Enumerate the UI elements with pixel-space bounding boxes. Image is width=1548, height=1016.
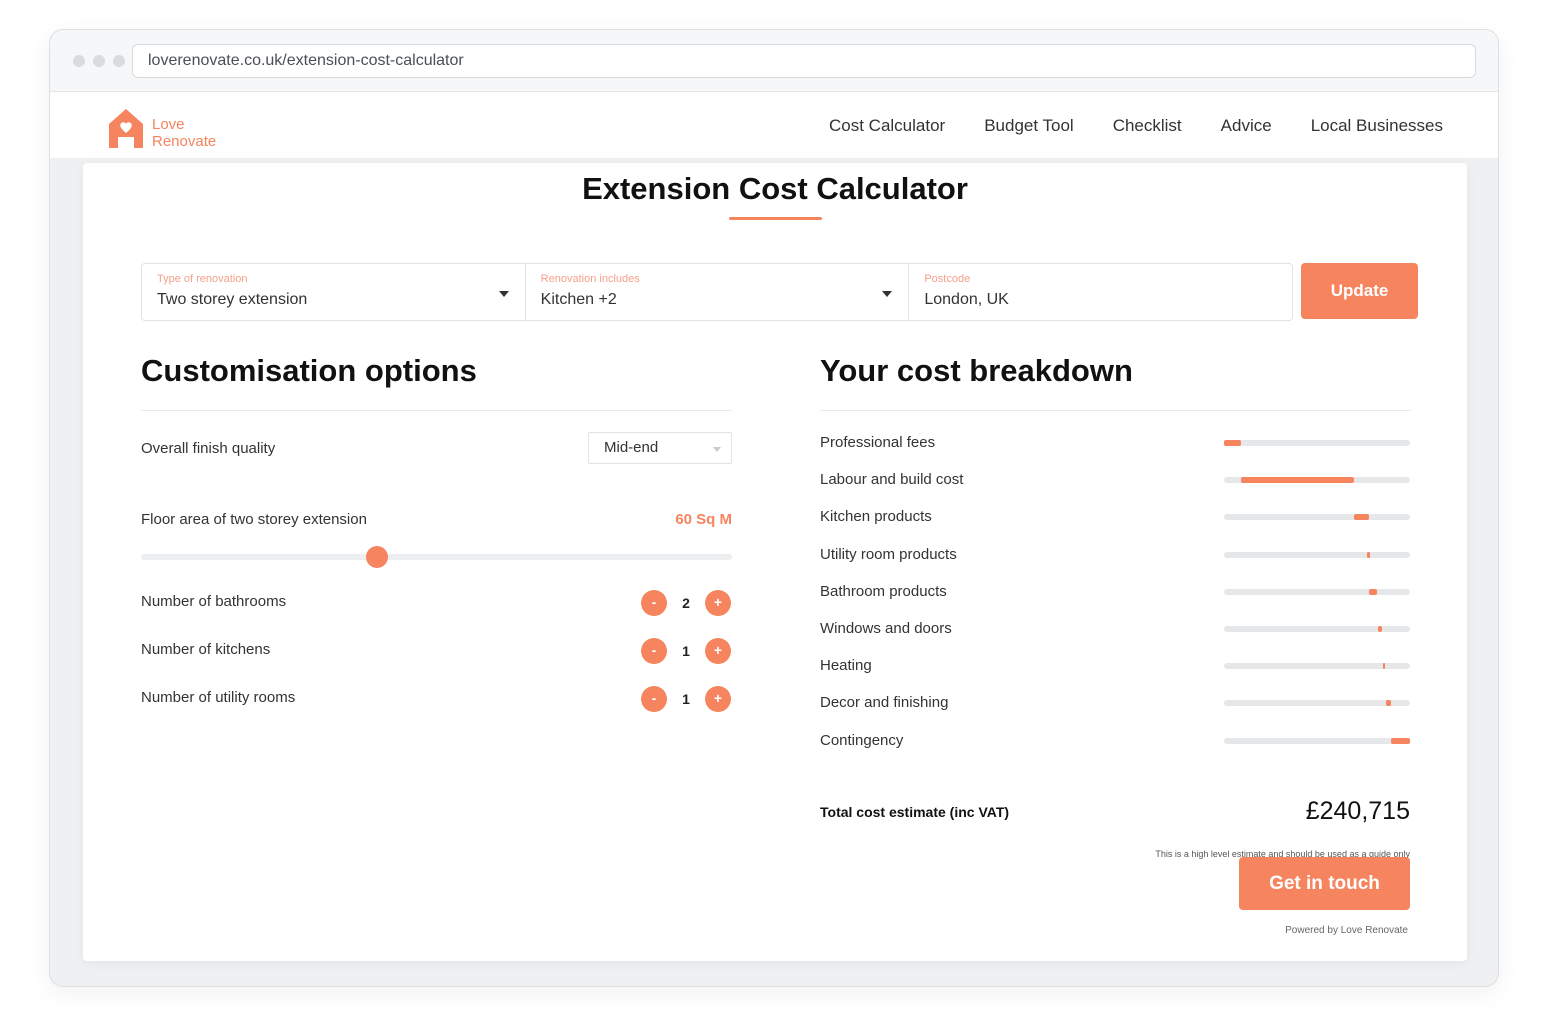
postcode-label: Postcode bbox=[924, 273, 971, 285]
bathrooms-label: Number of bathrooms bbox=[141, 593, 287, 610]
main-nav: Cost Calculator Budget Tool Checklist Ad… bbox=[829, 116, 1443, 136]
breakdown-item-bar bbox=[1224, 514, 1410, 521]
filter-bar: Type of renovation Two storey extension … bbox=[141, 263, 1293, 321]
breakdown-item-label: Decor and finishing bbox=[820, 694, 949, 712]
chevron-down-icon bbox=[713, 447, 721, 452]
breakdown-item-bar-fill bbox=[1369, 588, 1377, 595]
chevron-down-icon bbox=[882, 291, 893, 297]
breakdown-item-bar bbox=[1224, 700, 1410, 707]
breakdown-item-bar-fill bbox=[1391, 737, 1410, 744]
utility-rooms-decrement-button[interactable]: - bbox=[641, 686, 667, 712]
kitchens-value: 1 bbox=[682, 643, 690, 659]
nav-cost-calculator[interactable]: Cost Calculator bbox=[829, 116, 945, 136]
nav-checklist[interactable]: Checklist bbox=[1113, 116, 1182, 136]
page-title: Extension Cost Calculator bbox=[582, 171, 968, 206]
breakdown-item-bar-fill bbox=[1240, 477, 1355, 484]
renovation-includes-value: Kitchen +2 bbox=[540, 291, 617, 308]
window-close-dot[interactable] bbox=[73, 55, 85, 67]
logo-text: Love Renovate bbox=[152, 116, 216, 150]
breakdown-item-bar bbox=[1224, 737, 1410, 744]
breakdown-divider bbox=[820, 410, 1411, 411]
kitchens-decrement-button[interactable]: - bbox=[641, 638, 667, 664]
renovation-type-select[interactable]: Type of renovation Two storey extension bbox=[142, 264, 526, 320]
renovation-type-value: Two storey extension bbox=[157, 291, 308, 308]
breakdown-heading: Your cost breakdown bbox=[820, 353, 1133, 388]
finish-quality-select[interactable]: Mid-end bbox=[588, 432, 732, 464]
breakdown-item-label: Bathroom products bbox=[820, 582, 947, 600]
bathrooms-decrement-button[interactable]: - bbox=[641, 590, 667, 616]
postcode-value: London, UK bbox=[924, 291, 1009, 308]
breakdown-item-label: Contingency bbox=[820, 731, 904, 749]
get-in-touch-button[interactable]: Get in touch bbox=[1239, 857, 1410, 910]
title-underline bbox=[729, 217, 822, 220]
breakdown-item-label: Professional fees bbox=[820, 434, 936, 451]
breakdown-item-bar-fill bbox=[1354, 514, 1370, 521]
kitchens-increment-button[interactable]: + bbox=[705, 638, 731, 664]
window-maximize-dot[interactable] bbox=[113, 55, 125, 67]
browser-toolbar: loverenovate.co.uk/extension-cost-calcul… bbox=[50, 30, 1498, 92]
breakdown-item-bar-fill bbox=[1224, 440, 1241, 446]
breakdown-item-label: Utility room products bbox=[820, 545, 957, 563]
breakdown-item-bar bbox=[1224, 588, 1410, 595]
logo[interactable]: Love Renovate bbox=[106, 106, 336, 154]
logo-line-2: Renovate bbox=[152, 133, 217, 150]
utility-rooms-label: Number of utility rooms bbox=[141, 689, 296, 706]
chevron-down-icon bbox=[498, 291, 509, 297]
site-header: Love Renovate Cost Calculator Budget Too… bbox=[50, 92, 1498, 158]
floor-area-slider[interactable] bbox=[141, 554, 732, 560]
bathrooms-value: 2 bbox=[682, 595, 690, 611]
nav-advice[interactable]: Advice bbox=[1221, 116, 1272, 136]
house-heart-icon bbox=[109, 109, 143, 148]
breakdown-item-bar bbox=[1224, 626, 1410, 632]
nav-budget-tool[interactable]: Budget Tool bbox=[984, 116, 1073, 136]
address-bar[interactable]: loverenovate.co.uk/extension-cost-calcul… bbox=[132, 44, 1476, 78]
renovation-type-label: Type of renovation bbox=[157, 273, 248, 285]
customisation-divider bbox=[141, 410, 732, 411]
breakdown-item-bar bbox=[1224, 440, 1410, 446]
calculator-card: Extension Cost Calculator Type of renova… bbox=[83, 163, 1467, 961]
breakdown-item-bar-fill bbox=[1385, 700, 1392, 707]
total-label: Total cost estimate (inc VAT) bbox=[820, 804, 1010, 820]
bathrooms-increment-button[interactable]: + bbox=[705, 590, 731, 616]
breakdown-item-label: Labour and build cost bbox=[820, 471, 964, 489]
breakdown-item-bar-fill bbox=[1383, 663, 1386, 670]
kitchens-label: Number of kitchens bbox=[141, 641, 271, 658]
breakdown-item-bar-fill bbox=[1367, 551, 1370, 558]
breakdown-item-label: Kitchen products bbox=[820, 508, 932, 526]
breakdown-item-bar bbox=[1224, 663, 1410, 670]
finish-quality-label: Overall finish quality bbox=[141, 440, 276, 457]
customisation-heading: Customisation options bbox=[141, 353, 477, 388]
breakdown-item-bar bbox=[1224, 551, 1410, 558]
browser-window: loverenovate.co.uk/extension-cost-calcul… bbox=[49, 29, 1499, 987]
breakdown-item-bar-fill bbox=[1378, 626, 1383, 632]
breakdown-item-bar bbox=[1224, 477, 1410, 484]
powered-by-text: Powered by Love Renovate bbox=[1285, 925, 1408, 936]
renovation-includes-select[interactable]: Renovation includes Kitchen +2 bbox=[526, 264, 910, 320]
breakdown-item-label: Windows and doors bbox=[820, 620, 952, 637]
finish-quality-value: Mid-end bbox=[604, 439, 659, 456]
nav-local-businesses[interactable]: Local Businesses bbox=[1311, 116, 1443, 136]
total-value: £240,715 bbox=[1305, 797, 1410, 825]
floor-area-value: 60 Sq M bbox=[675, 511, 732, 528]
utility-rooms-increment-button[interactable]: + bbox=[705, 686, 731, 712]
utility-rooms-value: 1 bbox=[682, 691, 690, 707]
window-minimize-dot[interactable] bbox=[93, 55, 105, 67]
floor-area-slider-thumb[interactable] bbox=[366, 546, 389, 568]
floor-area-label: Floor area of two storey extension bbox=[141, 511, 367, 528]
logo-line-1: Love bbox=[152, 116, 185, 133]
renovation-includes-label: Renovation includes bbox=[540, 273, 640, 285]
postcode-field[interactable]: Postcode London, UK bbox=[909, 264, 1292, 320]
update-button[interactable]: Update bbox=[1301, 263, 1418, 319]
breakdown-item-label: Heating bbox=[820, 657, 872, 675]
